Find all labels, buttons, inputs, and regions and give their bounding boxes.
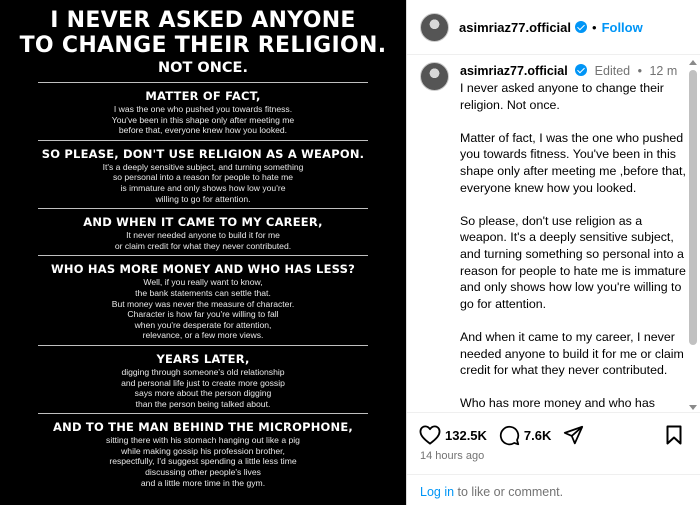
image-title-line-2: TO CHANGE THEIR RELIGION. [19, 33, 387, 58]
image-section: YEARS LATER, digging through someone's ol… [0, 352, 406, 409]
image-title-line-1: I NEVER ASKED ANYONE [50, 8, 356, 33]
scroll-down-arrow-icon[interactable] [689, 405, 697, 410]
share-button[interactable] [563, 425, 584, 446]
caption-text: I never asked anyone to change their rel… [460, 80, 686, 411]
caption-time: 12 m [649, 64, 678, 78]
image-section-line: It's a deeply sensitive subject, and tur… [102, 161, 304, 172]
image-section-line: respectfully, I'd suggest spending a lit… [109, 456, 297, 467]
image-section-heading: YEARS LATER, [156, 351, 250, 366]
image-section-line: so personal into a reason for people to … [112, 172, 294, 183]
divider [38, 255, 368, 257]
scroll-up-arrow-icon[interactable] [689, 60, 697, 65]
divider [38, 139, 368, 141]
header-username[interactable]: asimriaz77.official [459, 20, 571, 35]
separator-dot: • [592, 19, 597, 35]
like-button[interactable]: 132.5K [419, 425, 487, 445]
image-section-line: before that, everyone knew how you looke… [118, 125, 288, 136]
post-header: asimriaz77.official • Follow [407, 0, 700, 55]
image-section-line: or claim credit for what they never cont… [114, 240, 292, 251]
image-section: MATTER OF FACT, I was the one who pushed … [0, 89, 406, 136]
post-image: I NEVER ASKED ANYONE TO CHANGE THEIR REL… [0, 0, 406, 505]
image-section-line: sitting there with his stomach hanging o… [106, 435, 300, 446]
image-section: SO PLEASE, DON'T USE RELIGION AS A WEAPO… [0, 147, 406, 204]
comment-icon [499, 425, 520, 445]
caption-paragraph: And when it came to my career, I never n… [460, 329, 684, 378]
post-time: 14 hours ago [420, 450, 485, 462]
image-section-line: Well, if you really want to know, [143, 277, 263, 288]
image-section-heading: WHO HAS MORE MONEY AND WHO HAS LESS? [51, 262, 355, 277]
login-rest-text: to like or comment. [454, 485, 564, 499]
bookmark-icon [666, 425, 682, 445]
scrollbar[interactable] [688, 60, 698, 410]
comment-button[interactable]: 7.6K [499, 425, 551, 446]
caption-body: asimriaz77.official Edited • 12 m I neve… [460, 62, 686, 411]
caption-row: asimriaz77.official Edited • 12 m I neve… [407, 56, 700, 411]
image-section-line: while making gossip his profession broth… [121, 445, 285, 456]
image-section-heading: AND WHEN IT CAME TO MY CAREER, [83, 215, 323, 230]
edited-label: Edited [594, 64, 631, 78]
caption-avatar[interactable] [420, 62, 449, 91]
image-section-line: But money was never the measure of chara… [111, 298, 295, 309]
verified-badge-icon [575, 21, 587, 33]
caption-meta: asimriaz77.official Edited • 12 m [460, 62, 686, 79]
image-section: AND TO THE MAN BEHIND THE MICROPHONE, sit… [0, 420, 406, 488]
image-section-line: It never needed anyone to build it for m… [126, 230, 280, 241]
follow-button[interactable]: Follow [602, 20, 643, 35]
divider [38, 208, 368, 210]
heart-icon [419, 425, 441, 445]
image-section: WHO HAS MORE MONEY AND WHO HAS LESS? Well… [0, 262, 406, 341]
image-section-heading: MATTER OF FACT, [145, 89, 261, 103]
caption-paragraph: So please, don't use religion as a weapo… [460, 213, 686, 311]
divider [38, 82, 368, 83]
image-section-line: discussing other people's lives [145, 467, 261, 478]
image-section-line: You've been in this shape only after mee… [111, 114, 295, 125]
image-section-line: I was the one who pushed you towards fit… [113, 104, 293, 114]
post-pane: asimriaz77.official • Follow asimriaz77.… [406, 0, 700, 505]
divider [38, 413, 368, 415]
save-button[interactable] [666, 425, 682, 450]
image-section-heading: SO PLEASE, DON'T USE RELIGION AS A WEAPO… [41, 146, 365, 161]
comment-count[interactable]: 7.6K [524, 428, 551, 443]
image-section-line: when you're desperate for attention, [134, 319, 272, 330]
avatar[interactable] [420, 12, 449, 42]
scroll-thumb[interactable] [689, 70, 697, 345]
caption-username[interactable]: asimriaz77.official [460, 64, 568, 78]
image-section-line: Character is how far you're willing to f… [127, 309, 279, 320]
caption-paragraph: I never asked anyone to change their rel… [460, 81, 664, 112]
separator-dot: • [637, 64, 642, 78]
caption-paragraph: Who has more money and who has less? [460, 396, 655, 411]
image-section-line: digging through someone's old relationsh… [121, 366, 285, 377]
image-section-heading: AND TO THE MAN BEHIND THE MICROPHONE, [53, 420, 353, 435]
image-section-line: and a little more time in the gym. [140, 477, 266, 488]
image-section-line: says more about the person digging [134, 388, 272, 399]
image-section-line: willing to go for attention. [155, 193, 251, 204]
image-section-line: than the person being talked about. [135, 398, 271, 409]
image-section-line: relevance, or a few more views. [142, 330, 264, 341]
login-prompt: Log in to like or comment. [407, 474, 700, 505]
image-title-line-3: NOT ONCE. [158, 60, 248, 76]
divider [38, 344, 368, 346]
caption-paragraph: Matter of fact, I was the one who pushed… [460, 130, 686, 195]
image-section-line: is immature and only shows how low you'r… [120, 182, 286, 193]
image-section-line: the bank statements can settle that. [135, 287, 271, 298]
like-count[interactable]: 132.5K [445, 428, 487, 443]
caption-area: asimriaz77.official Edited • 12 m I neve… [407, 56, 700, 411]
verified-badge-icon [575, 64, 588, 76]
image-section: AND WHEN IT CAME TO MY CAREER, It never n… [0, 215, 406, 251]
login-link[interactable]: Log in [420, 485, 454, 499]
share-icon [564, 425, 584, 444]
image-sections: MATTER OF FACT, I was the one who pushed … [0, 89, 406, 488]
image-section-line: and personal life just to create more go… [121, 377, 285, 388]
